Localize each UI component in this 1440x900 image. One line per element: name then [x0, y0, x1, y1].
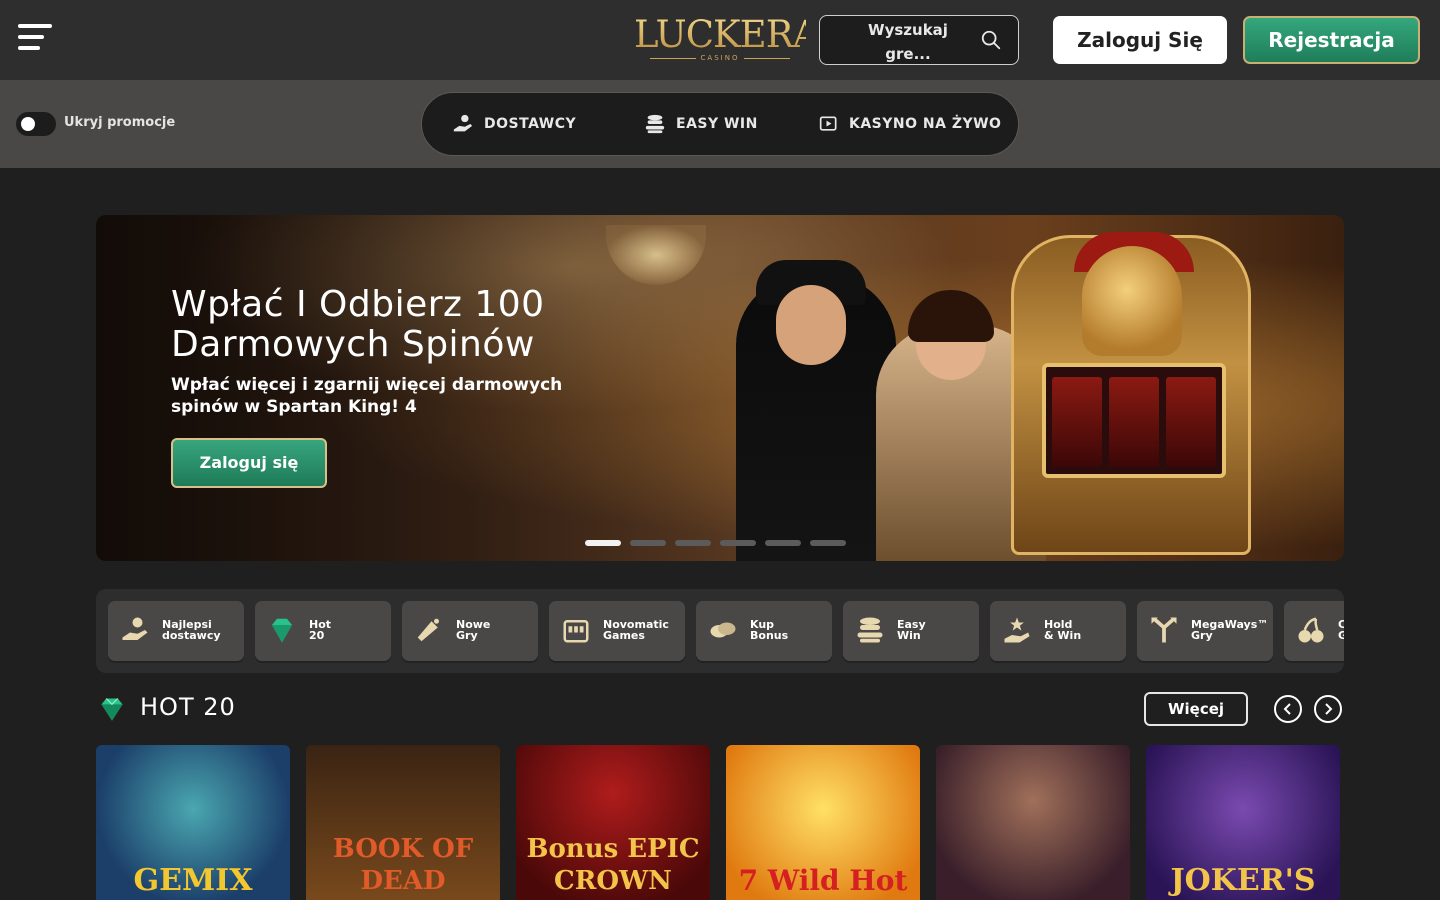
category-label: Kup Bonus — [750, 618, 789, 642]
category-hold-and-win[interactable]: Hold & Win — [990, 601, 1126, 661]
banner-slot-machine-image — [1011, 232, 1251, 555]
category-megaways[interactable]: MegaWays™ Gry — [1137, 601, 1273, 661]
banner-woman-hair — [908, 290, 994, 342]
slot-reel — [1166, 377, 1216, 467]
next-arrow-button[interactable] — [1314, 695, 1342, 723]
slot-screen — [1042, 363, 1226, 478]
cherry-icon — [1298, 617, 1324, 643]
slider-dot-active[interactable] — [585, 540, 621, 546]
nav-item-live-casino[interactable]: KASYNO NA ŻYWO — [819, 93, 1001, 155]
game-title: Bonus EPIC CROWN — [526, 834, 700, 896]
game-title: 7 Wild Hot — [738, 864, 908, 897]
diamond-icon — [101, 698, 123, 721]
game-tile-jokers[interactable]: JOKER'S — [1146, 745, 1340, 900]
category-strip: Najlepsi dostawcy Hot 20 Nowe Gry Novoma… — [96, 589, 1344, 673]
live-play-icon — [819, 116, 837, 131]
category-label: Najlepsi dostawcy — [162, 618, 221, 642]
category-top-providers[interactable]: Najlepsi dostawcy — [108, 601, 244, 661]
game-title: GEMIX — [133, 863, 253, 898]
search-icon[interactable] — [980, 29, 1002, 51]
hand-coin-icon — [122, 617, 148, 640]
logo-text: LUCKERA — [634, 13, 819, 56]
login-button[interactable]: Zaloguj Się — [1053, 16, 1227, 64]
category-label: Novomatic Games — [603, 618, 669, 642]
banner-subtitle: Wpłać więcej i zgarnij więcej darmowych … — [171, 375, 563, 417]
nav-item-label: EASY WIN — [676, 116, 758, 132]
slot-reel — [1052, 377, 1102, 467]
section-title: HOT 20 — [140, 693, 236, 721]
nav-item-label: DOSTAWCY — [484, 116, 577, 132]
game-title: JOKER'S — [1170, 863, 1316, 898]
hide-promotions-toggle[interactable] — [16, 112, 56, 136]
coin-stack-icon — [857, 617, 883, 643]
slider-dot[interactable] — [630, 540, 666, 546]
slider-dot[interactable] — [765, 540, 801, 546]
chevron-left-icon — [1283, 703, 1291, 715]
slot-machine-icon — [563, 620, 589, 643]
promo-banner[interactable]: Wpłać I Odbierz 100 Darmowych Spinów Wpł… — [96, 215, 1344, 561]
search-placeholder: Wyszukaj gre... — [868, 21, 948, 63]
banner-login-button[interactable]: Zaloguj się — [171, 438, 327, 488]
coin-stack-icon — [645, 114, 665, 134]
nav-item-label: KASYNO NA ŻYWO — [849, 116, 1002, 132]
slider-dots — [585, 540, 855, 546]
slot-reel — [1109, 377, 1159, 467]
top-header: LUCKERA CASINO Wyszukaj gre... Zaloguj S… — [0, 0, 1440, 80]
chevron-right-icon — [1325, 703, 1333, 715]
category-new-games[interactable]: Nowe Gry — [402, 601, 538, 661]
banner-title: Wpłać I Odbierz 100 Darmowych Spinów — [171, 284, 545, 365]
game-tile-masked-lady[interactable] — [936, 745, 1130, 900]
search-input[interactable]: Wyszukaj gre... — [819, 15, 1019, 65]
brand-logo[interactable]: LUCKERA CASINO — [634, 13, 819, 66]
category-nav: DOSTAWCY EASY WIN KASYNO NA ŻYWO — [421, 92, 1019, 156]
arrows-icon — [1151, 617, 1177, 643]
hand-star-icon — [1004, 617, 1030, 643]
category-label: Nowe Gry — [456, 618, 491, 642]
game-tile-wild-hot[interactable]: 7 Wild Hot — [726, 745, 920, 900]
prev-arrow-button[interactable] — [1274, 695, 1302, 723]
category-label: MegaWays™ Gry — [1191, 618, 1269, 642]
slider-dot[interactable] — [810, 540, 846, 546]
banner-man-head — [776, 285, 846, 365]
hide-promotions-label: Ukryj promocje — [64, 115, 176, 130]
more-button[interactable]: Więcej — [1144, 692, 1248, 726]
game-tile-bonus-epic-crown[interactable]: Bonus EPIC CROWN — [516, 745, 710, 900]
category-label: Hold & Win — [1044, 618, 1082, 642]
game-title: BOOK OF DEAD — [332, 834, 474, 896]
slider-dot[interactable] — [675, 540, 711, 546]
slider-dot[interactable] — [720, 540, 756, 546]
coins-icon — [710, 622, 736, 638]
game-tile-gemix[interactable]: GEMIX — [96, 745, 290, 900]
category-novomatic[interactable]: Novomatic Games — [549, 601, 685, 661]
category-hot-20[interactable]: Hot 20 — [255, 601, 391, 661]
hand-coin-icon — [453, 114, 473, 132]
diamond-icon — [272, 618, 292, 643]
game-tile-book-of-dead[interactable]: BOOK OF DEAD — [306, 745, 500, 900]
category-label: Hot 20 — [309, 618, 332, 642]
megaphone-icon — [417, 618, 439, 642]
category-buy-bonus[interactable]: Kup Bonus — [696, 601, 832, 661]
menu-icon[interactable] — [18, 24, 52, 54]
logo-subtext: CASINO — [634, 54, 806, 62]
nav-item-easy-win[interactable]: EASY WIN — [644, 93, 758, 155]
category-easy-win[interactable]: Easy Win — [843, 601, 979, 661]
spartan-helmet-image — [1082, 246, 1182, 356]
category-label: Easy Win — [897, 618, 926, 642]
register-button[interactable]: Rejestracja — [1243, 16, 1420, 64]
category-classic-games[interactable]: C G — [1284, 601, 1344, 661]
nav-item-providers[interactable]: DOSTAWCY — [452, 93, 576, 155]
category-label: C G — [1338, 618, 1344, 642]
filter-bar: Ukryj promocje DOSTAWCY EASY WIN KASYNO … — [0, 80, 1440, 168]
